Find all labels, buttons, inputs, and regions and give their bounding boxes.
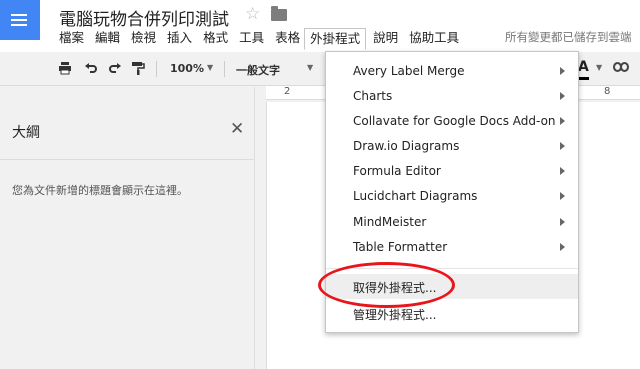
menu-accessibility[interactable]: 協助工具: [402, 28, 463, 50]
save-status[interactable]: 所有變更都已儲存到雲端: [505, 29, 632, 45]
outline-title: 大綱: [12, 125, 40, 141]
submenu-arrow-icon: [560, 192, 565, 200]
menu-item-formula-editor[interactable]: Formula Editor: [326, 159, 578, 184]
submenu-arrow-icon: [560, 218, 565, 226]
text-color-button[interactable]: A: [578, 59, 589, 80]
docs-app-icon[interactable]: [0, 0, 40, 40]
header: 電腦玩物合併列印測試 ☆ 檔案 編輯 檢視 插入 格式 工具 表格 外掛程式 說…: [0, 0, 640, 52]
folder-icon[interactable]: [271, 6, 287, 21]
text-color-caret-icon[interactable]: ▼: [596, 63, 602, 72]
menu-edit[interactable]: 編輯: [88, 28, 124, 50]
submenu-arrow-icon: [560, 243, 565, 251]
outline-hint: 您為文件新增的標題會顯示在這裡。: [12, 184, 188, 197]
redo-icon[interactable]: [108, 61, 122, 79]
menu-item-mindmeister[interactable]: MindMeister: [326, 210, 578, 235]
style-caret-icon[interactable]: ▼: [307, 63, 313, 72]
menu-table[interactable]: 表格: [268, 28, 304, 50]
submenu-arrow-icon: [560, 142, 565, 150]
undo-icon[interactable]: [84, 61, 98, 79]
ruler-label: 2: [284, 86, 291, 97]
menu-tools[interactable]: 工具: [232, 28, 268, 50]
link-icon[interactable]: [613, 60, 629, 76]
paint-format-icon[interactable]: [131, 61, 145, 80]
close-icon[interactable]: ✕: [230, 120, 244, 138]
menu-item-drawio-diagrams[interactable]: Draw.io Diagrams: [326, 134, 578, 159]
divider: [0, 159, 255, 160]
menu-format[interactable]: 格式: [196, 28, 232, 50]
document-title[interactable]: 電腦玩物合併列印測試: [59, 5, 229, 30]
menu-item-avery-label-merge[interactable]: Avery Label Merge: [326, 59, 578, 84]
menu-addons[interactable]: 外掛程式: [304, 28, 367, 50]
zoom-caret-icon[interactable]: ▼: [207, 63, 213, 72]
menu-item-lucidchart-diagrams[interactable]: Lucidchart Diagrams: [326, 184, 578, 209]
star-icon[interactable]: ☆: [245, 4, 260, 24]
ruler-label: 8: [604, 86, 611, 97]
highlight-circle: [318, 262, 455, 308]
menu-insert[interactable]: 插入: [160, 28, 196, 50]
outline-panel: 大綱 ✕ 您為文件新增的標題會顯示在這裡。: [0, 87, 255, 369]
menu-view[interactable]: 檢視: [124, 28, 160, 50]
menu-file[interactable]: 檔案: [52, 28, 88, 50]
paragraph-style-select[interactable]: 一般文字: [236, 62, 280, 78]
submenu-arrow-icon: [560, 67, 565, 75]
menu-item-charts[interactable]: Charts: [326, 84, 578, 109]
menu-help[interactable]: 說明: [366, 28, 402, 50]
menu-item-table-formatter[interactable]: Table Formatter: [326, 235, 578, 260]
submenu-arrow-icon: [560, 167, 565, 175]
submenu-arrow-icon: [560, 117, 565, 125]
menu-item-collavate[interactable]: Collavate for Google Docs Add-on: [326, 109, 578, 134]
menu-bar: 檔案 編輯 檢視 插入 格式 工具 表格 外掛程式 說明 協助工具: [52, 28, 463, 50]
zoom-select[interactable]: 100%: [170, 62, 204, 75]
submenu-arrow-icon: [560, 92, 565, 100]
print-icon[interactable]: [58, 61, 72, 79]
